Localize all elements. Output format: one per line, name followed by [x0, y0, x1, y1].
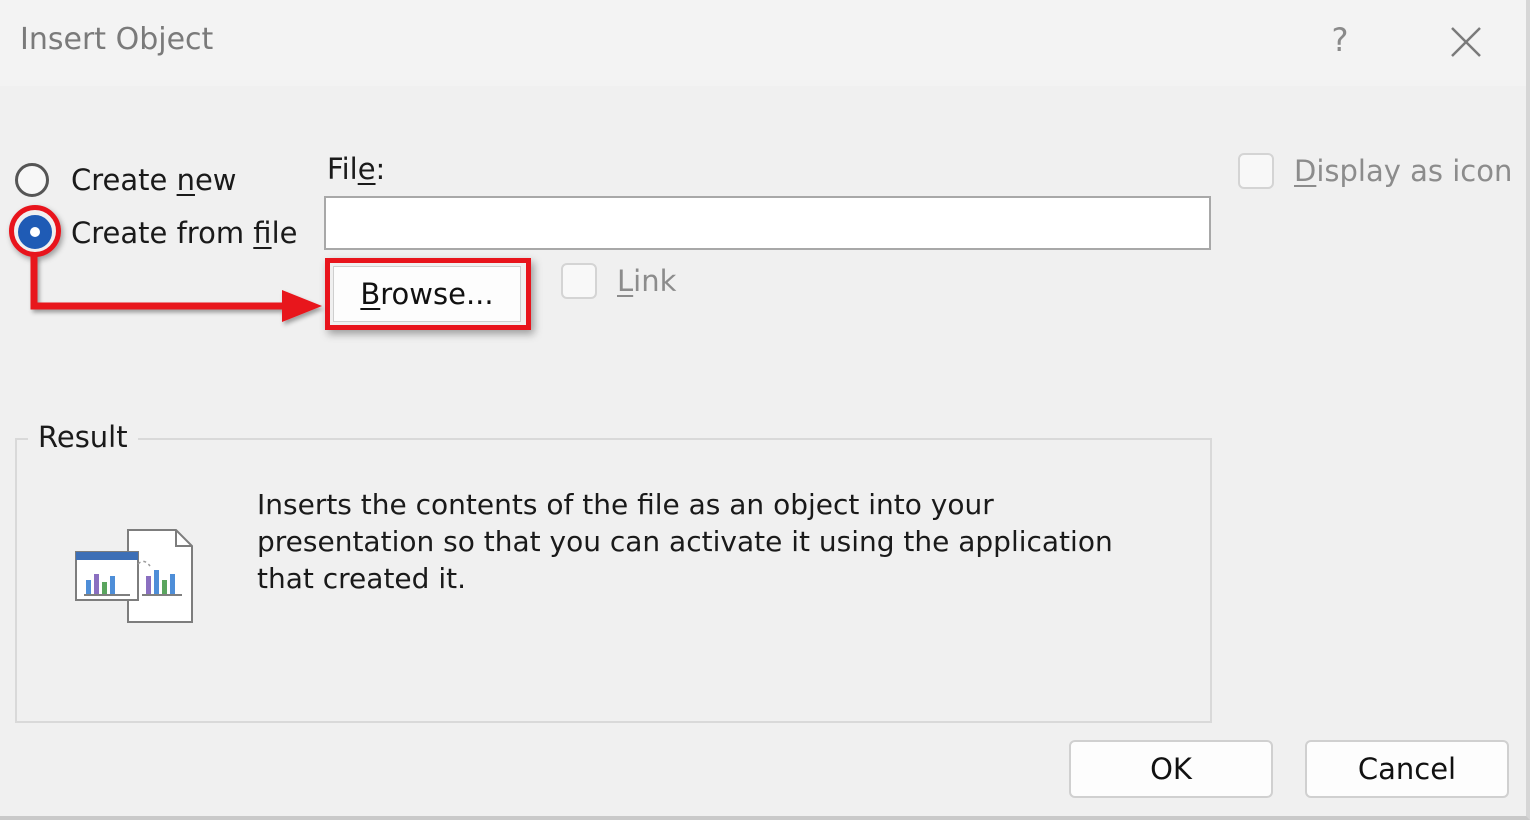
display-as-icon-checkbox[interactable] [1238, 153, 1274, 189]
result-legend: Result [28, 420, 138, 454]
insert-object-dialog: Insert Object ? Create new Create from f… [0, 0, 1530, 820]
close-button[interactable] [1444, 20, 1488, 64]
help-button[interactable]: ? [1320, 18, 1360, 62]
display-as-icon-label[interactable]: Display as icon [1294, 154, 1512, 188]
cancel-button[interactable]: Cancel [1305, 740, 1509, 798]
create-new-label[interactable]: Create new [71, 163, 237, 197]
file-label: File: [327, 152, 386, 186]
link-checkbox[interactable] [561, 263, 597, 299]
link-label[interactable]: Link [617, 264, 676, 298]
title-bar: Insert Object ? [0, 0, 1526, 86]
result-description: Inserts the contents of the file as an o… [257, 488, 1113, 595]
browse-button[interactable]: Browse... [333, 266, 521, 322]
annotation-circle [9, 205, 61, 257]
ok-button[interactable]: OK [1069, 740, 1273, 798]
dialog-title: Insert Object [20, 22, 214, 57]
embedded-object-icon [75, 529, 193, 623]
create-new-radio[interactable] [15, 163, 49, 197]
close-icon [1451, 27, 1481, 57]
file-path-input[interactable] [324, 196, 1211, 250]
create-from-file-label[interactable]: Create from file [71, 216, 297, 250]
